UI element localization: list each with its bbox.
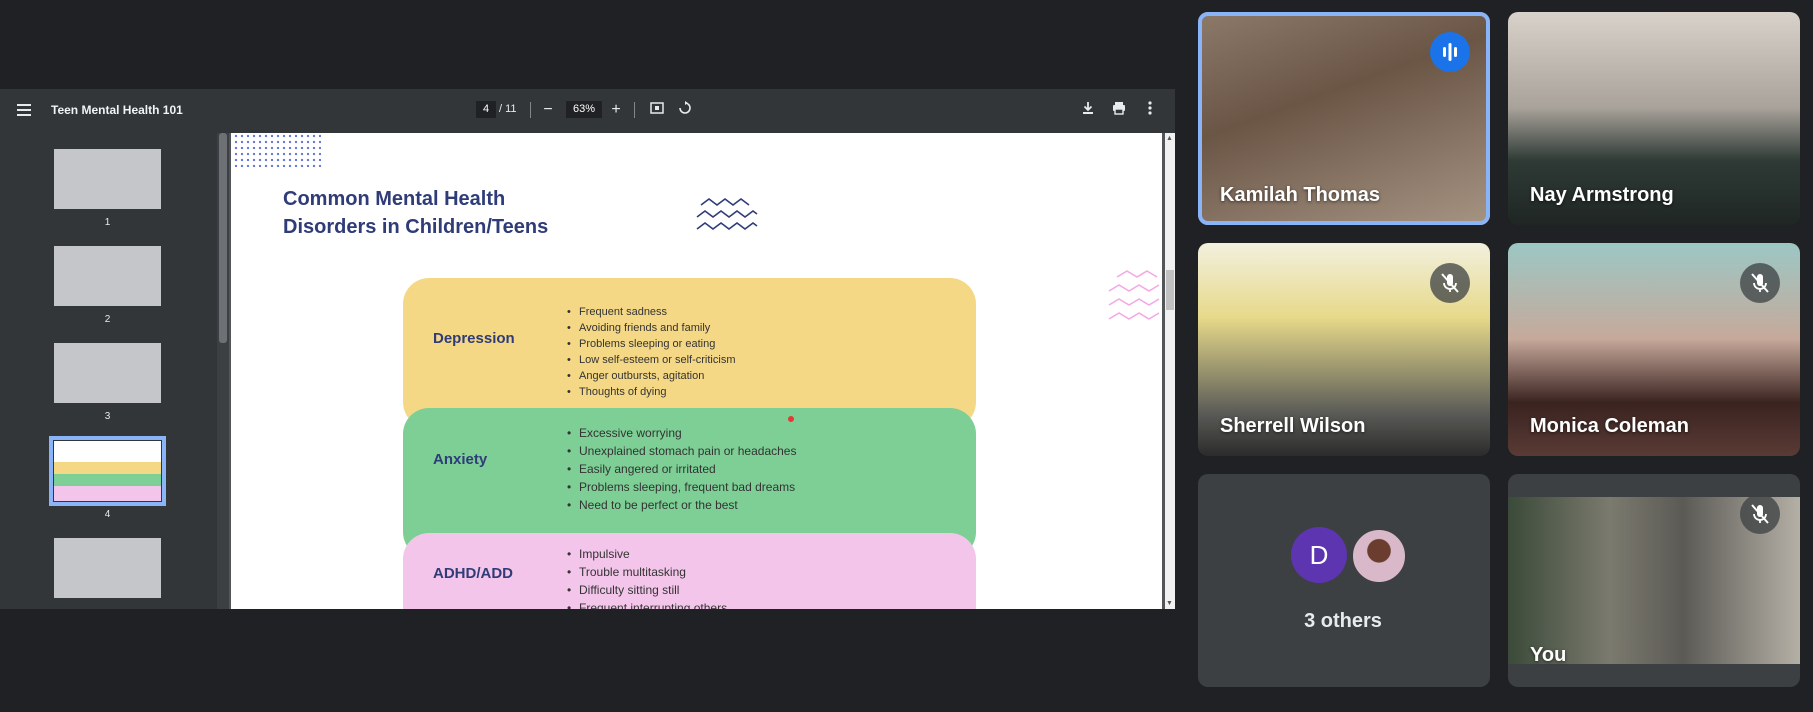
pdf-toolbar: Teen Mental Health 101 4 / 11 − 63% + bbox=[0, 89, 1175, 133]
list-item: Difficulty sitting still bbox=[567, 581, 727, 599]
mic-off-icon bbox=[1740, 494, 1780, 534]
page-thumbnail[interactable] bbox=[54, 149, 161, 209]
participant-tile-sherrell[interactable]: Sherrell Wilson bbox=[1198, 243, 1490, 456]
document-title: Teen Mental Health 101 bbox=[51, 103, 183, 117]
thumbnail-page-number: 1 bbox=[104, 217, 111, 228]
participant-name: Sherrell Wilson bbox=[1220, 415, 1366, 437]
section-name: ADHD/ADD bbox=[433, 565, 513, 582]
slide-page: Common Mental Health Disorders in Childr… bbox=[231, 133, 1162, 609]
symptom-list: Frequent sadness Avoiding friends and fa… bbox=[567, 304, 735, 400]
page-scrollbar[interactable]: ▲ ▼ bbox=[1165, 133, 1175, 609]
dot-pattern-decoration bbox=[233, 133, 321, 167]
participant-tile-kamilah[interactable]: Kamilah Thomas bbox=[1198, 12, 1490, 225]
list-item: Trouble multitasking bbox=[567, 563, 727, 581]
zoom-in-icon[interactable]: + bbox=[606, 100, 626, 120]
rotate-icon[interactable] bbox=[675, 100, 695, 120]
toolbar-divider bbox=[634, 102, 635, 118]
pink-wave-decoration-icon bbox=[1108, 270, 1160, 320]
list-item: Easily angered or irritated bbox=[567, 460, 796, 478]
wave-decoration-icon bbox=[696, 198, 758, 230]
toolbar-divider bbox=[530, 102, 531, 118]
print-icon[interactable] bbox=[1109, 100, 1129, 120]
list-item: Frequent interrupting others bbox=[567, 599, 727, 609]
list-item: Excessive worrying bbox=[567, 424, 796, 442]
list-item: Frequent sadness bbox=[567, 304, 735, 320]
page-number-input[interactable]: 4 bbox=[476, 101, 496, 118]
pdf-viewer: Teen Mental Health 101 4 / 11 − 63% + 1 … bbox=[0, 89, 1175, 609]
section-name: Depression bbox=[433, 330, 515, 347]
page-thumbnail-selected[interactable] bbox=[49, 436, 166, 506]
meet-window: Teen Mental Health 101 4 / 11 − 63% + 1 … bbox=[0, 0, 1813, 712]
zoom-input[interactable]: 63% bbox=[566, 101, 602, 118]
list-item: Impulsive bbox=[567, 545, 727, 563]
others-count-label: 3 others bbox=[1304, 610, 1382, 632]
thumbnail-page-number: 4 bbox=[104, 509, 111, 520]
avatar bbox=[1350, 527, 1408, 585]
participant-name: Monica Coleman bbox=[1530, 415, 1689, 437]
list-item: Avoiding friends and family bbox=[567, 320, 735, 336]
list-item: Low self-esteem or self-criticism bbox=[567, 352, 735, 368]
adhd-section: ADHD/ADD Impulsive Trouble multitasking … bbox=[403, 533, 976, 609]
page-area: Common Mental Health Disorders in Childr… bbox=[229, 133, 1175, 609]
zoom-out-icon[interactable]: − bbox=[538, 100, 558, 120]
mic-off-icon bbox=[1430, 263, 1470, 303]
download-icon[interactable] bbox=[1078, 100, 1098, 120]
page-thumbnail[interactable] bbox=[54, 246, 161, 306]
mic-off-icon bbox=[1740, 263, 1780, 303]
participant-tile-others[interactable]: D 3 others bbox=[1198, 474, 1490, 687]
list-item: Need to be perfect or the best bbox=[567, 496, 796, 514]
section-name: Anxiety bbox=[433, 451, 488, 468]
list-item: Problems sleeping or eating bbox=[567, 336, 735, 352]
page-thumbnail[interactable] bbox=[54, 343, 161, 403]
avatar: D bbox=[1291, 527, 1347, 583]
symptom-list: Excessive worrying Unexplained stomach p… bbox=[567, 424, 796, 514]
list-item: Thoughts of dying bbox=[567, 384, 735, 400]
list-item: Anger outbursts, agitation bbox=[567, 368, 735, 384]
thumbnail-sidebar: 1 2 3 4 bbox=[0, 133, 217, 609]
menu-icon[interactable] bbox=[14, 101, 34, 121]
page-total: / 11 bbox=[499, 103, 517, 115]
participant-tile-monica[interactable]: Monica Coleman bbox=[1508, 243, 1800, 456]
thumbnail-page-number: 3 bbox=[104, 411, 111, 422]
participant-tile-self[interactable]: You bbox=[1508, 474, 1800, 687]
depression-section: Depression Frequent sadness Avoiding fri… bbox=[403, 278, 976, 428]
symptom-list: Impulsive Trouble multitasking Difficult… bbox=[567, 545, 727, 609]
thumbnail-scrollbar[interactable] bbox=[217, 133, 229, 609]
participant-name: Kamilah Thomas bbox=[1220, 184, 1381, 206]
list-item: Problems sleeping, frequent bad dreams bbox=[567, 478, 796, 496]
list-item: Unexplained stomach pain or headaches bbox=[567, 442, 796, 460]
more-options-icon[interactable] bbox=[1140, 100, 1160, 120]
fit-page-icon[interactable] bbox=[647, 100, 667, 120]
laser-pointer-dot bbox=[788, 416, 794, 422]
page-thumbnail[interactable] bbox=[54, 538, 161, 598]
participant-name: Nay Armstrong bbox=[1530, 184, 1674, 206]
slide-title: Common Mental Health Disorders in Childr… bbox=[283, 188, 549, 238]
participant-tile-nay[interactable]: Nay Armstrong bbox=[1508, 12, 1800, 225]
speaking-indicator-icon bbox=[1430, 32, 1470, 72]
thumbnail-page-number: 2 bbox=[104, 314, 111, 325]
participant-name: You bbox=[1530, 644, 1567, 666]
